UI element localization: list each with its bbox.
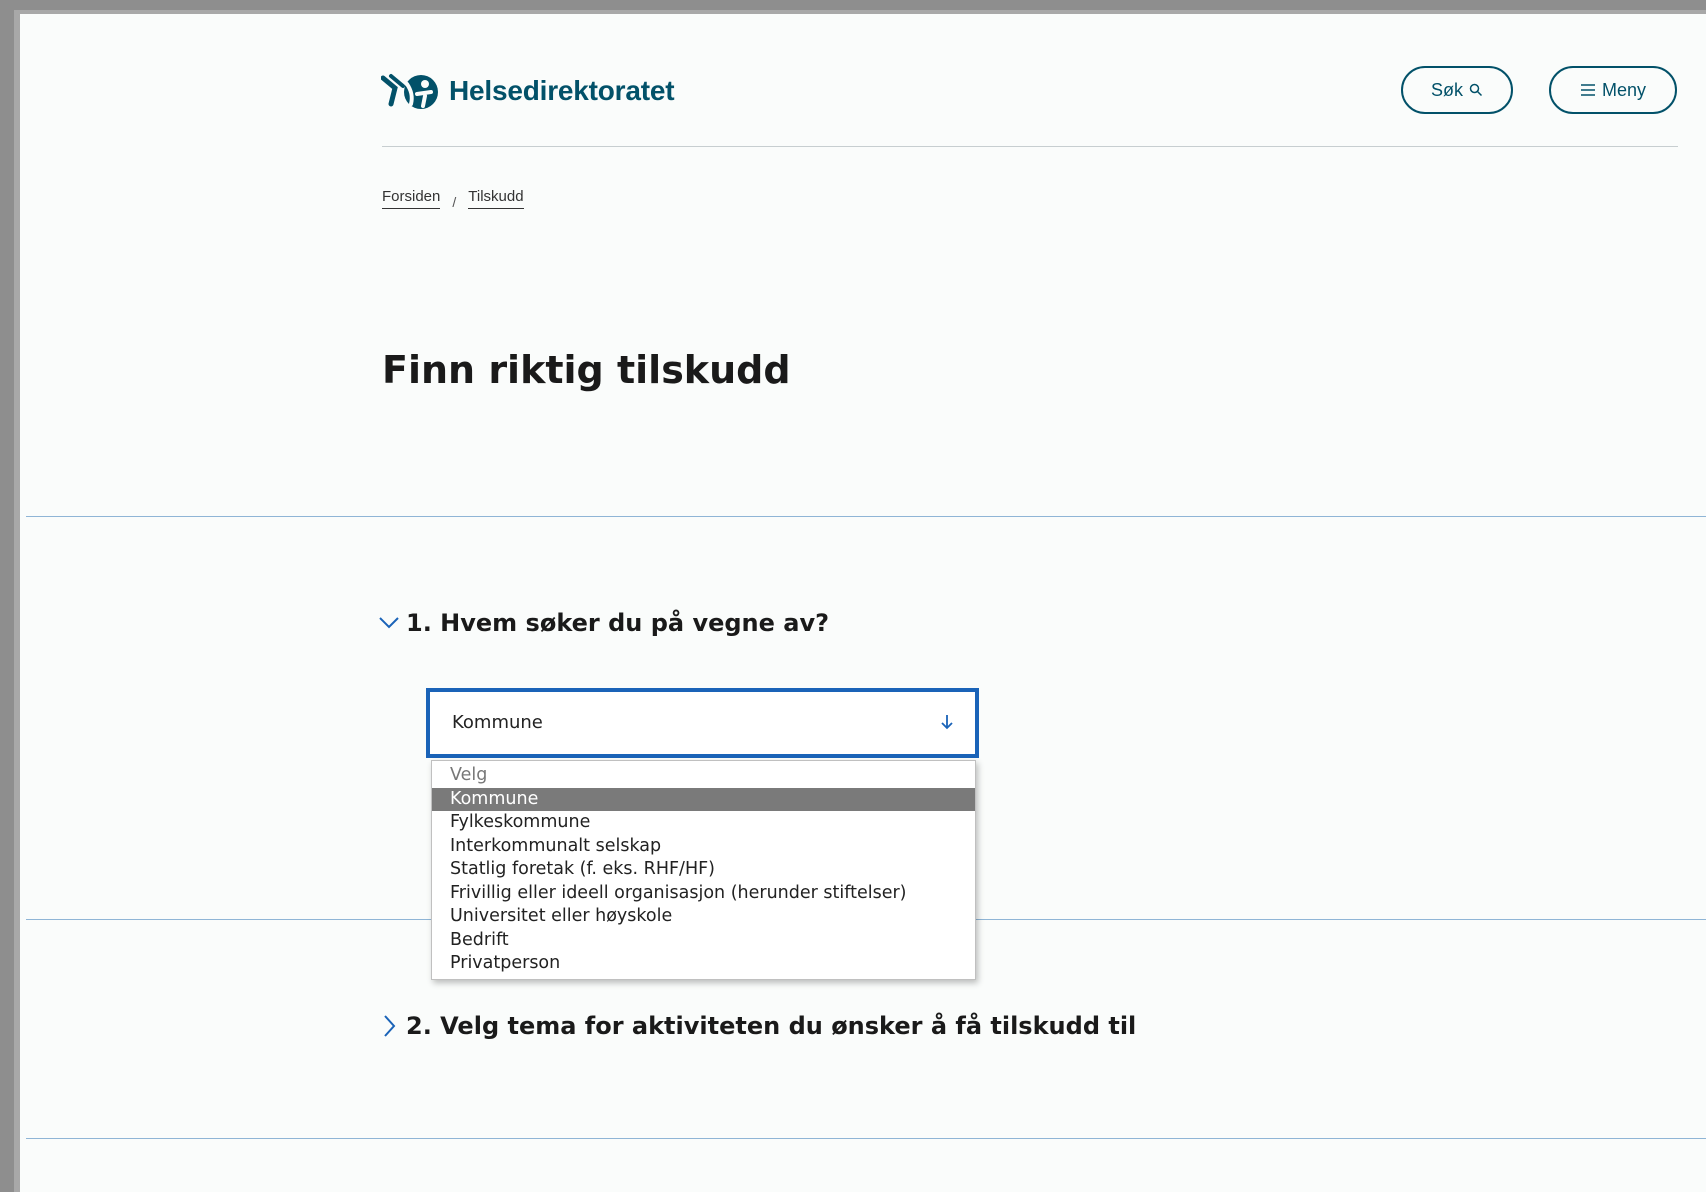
header-divider	[382, 146, 1678, 147]
select-option[interactable]: Fylkeskommune	[432, 811, 975, 835]
arrow-down-icon	[941, 715, 953, 730]
select-dropdown-list: Velg Kommune Fylkeskommune Interkommunal…	[431, 760, 976, 980]
select-option-selected[interactable]: Kommune	[432, 787, 975, 811]
browser-frame: Helsedirektoratet Søk Meny Forsiden / Ti…	[14, 10, 1706, 1192]
search-button-label: Søk	[1430, 79, 1463, 100]
accordion-title-1: 1. Hvem søker du på vegne av?	[406, 609, 830, 637]
menu-button[interactable]: Meny	[1549, 66, 1677, 114]
search-icon	[1469, 83, 1483, 97]
search-button[interactable]: Søk	[1401, 66, 1513, 114]
select-option[interactable]: Velg	[432, 764, 975, 788]
select-option[interactable]: Interkommunalt selskap	[432, 835, 975, 859]
site-logo[interactable]: Helsedirektoratet	[381, 70, 675, 112]
logo-text: Helsedirektoratet	[449, 75, 675, 106]
select-option[interactable]: Frivillig eller ideell organisasjon (her…	[432, 882, 975, 906]
section-divider	[26, 1138, 1706, 1139]
chevron-down-icon	[376, 610, 402, 636]
breadcrumb-link-tilskudd[interactable]: Tilskudd	[468, 188, 524, 209]
hamburger-icon	[1580, 84, 1595, 96]
page: Helsedirektoratet Søk Meny Forsiden / Ti…	[26, 18, 1706, 1192]
applicant-type-select[interactable]: Kommune	[426, 688, 979, 758]
breadcrumb-link-forsiden[interactable]: Forsiden	[382, 188, 441, 209]
select-option[interactable]: Bedrift	[432, 929, 975, 953]
breadcrumb: Forsiden / Tilskudd	[382, 188, 524, 210]
menu-button-label: Meny	[1601, 79, 1646, 100]
accordion-header-1[interactable]: 1. Hvem søker du på vegne av?	[376, 609, 829, 637]
select-option[interactable]: Universitet eller høyskole	[432, 905, 975, 929]
accordion-header-2[interactable]: 2. Velg tema for aktiviteten du ønsker å…	[376, 1012, 1136, 1040]
accordion-title-2: 2. Velg tema for aktiviteten du ønsker å…	[406, 1012, 1137, 1040]
page-title: Finn riktig tilskudd	[382, 348, 791, 392]
chevron-right-icon	[376, 1013, 402, 1039]
select-option[interactable]: Statlig foretak (f. eks. RHF/HF)	[432, 858, 975, 882]
select-value: Kommune	[452, 712, 543, 733]
helsedirektoratet-logo-icon	[381, 74, 438, 109]
breadcrumb-separator: /	[452, 193, 457, 210]
section-divider	[26, 516, 1706, 517]
select-option[interactable]: Privatperson	[432, 952, 975, 976]
